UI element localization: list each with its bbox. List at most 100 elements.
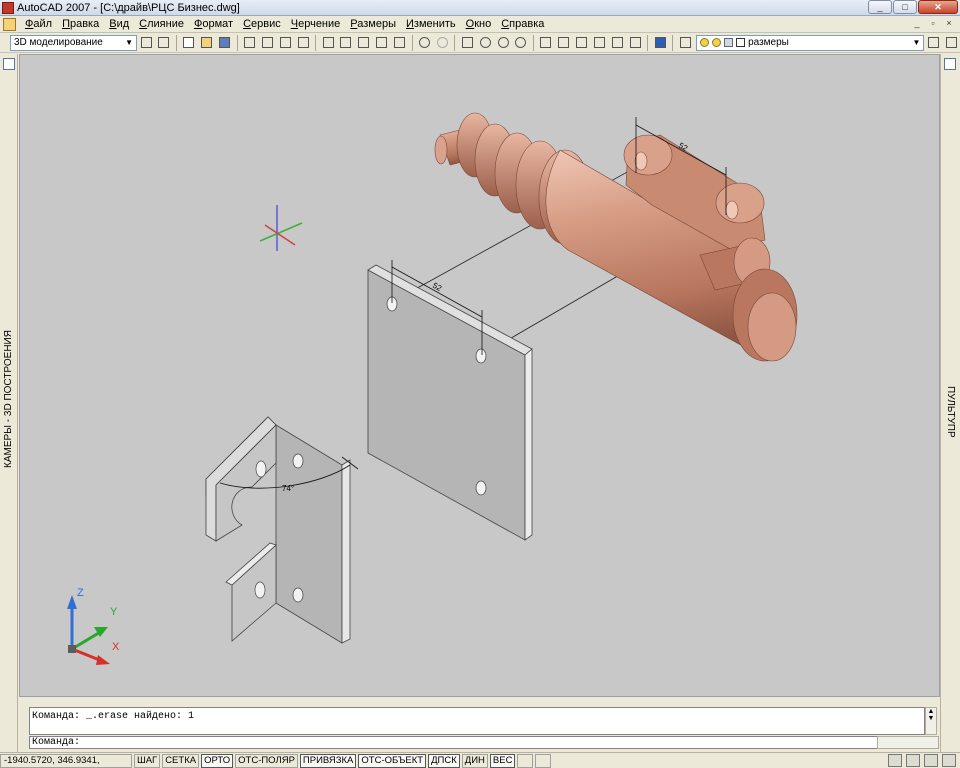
pan-icon[interactable]	[459, 35, 475, 51]
angle-bracket-part[interactable]	[205, 416, 351, 644]
dynamic-input-toggle[interactable]: ДИН	[461, 753, 488, 768]
communication-center-icon[interactable]	[924, 754, 938, 767]
chevron-down-icon: ▼	[125, 37, 134, 47]
command-history-text: Команда: _.erase найдено: 1	[32, 711, 195, 722]
redo-icon[interactable]	[434, 35, 450, 51]
layer-manager-icon[interactable]	[677, 35, 693, 51]
menu-tools[interactable]: Сервис	[238, 18, 286, 30]
object-snap-toggle[interactable]: ПРИВЯЗКА	[299, 753, 357, 768]
object-tracking-toggle[interactable]: ОТС-ОБЪЕКТ	[358, 753, 427, 768]
zoom-previous-icon[interactable]	[513, 35, 529, 51]
close-button[interactable]: ✕	[918, 0, 958, 14]
polar-tracking-toggle[interactable]: ОТС-ПОЛЯР	[235, 753, 298, 768]
doc-restore-button[interactable]: ▫	[926, 17, 940, 30]
3d-dwf-icon[interactable]	[295, 35, 311, 51]
workspace-settings-icon[interactable]	[138, 35, 154, 51]
toolbar-separator	[672, 34, 674, 51]
layout-icon[interactable]	[535, 753, 552, 768]
ucs-x-label: X	[112, 641, 120, 653]
menu-merge[interactable]: Слияние	[134, 18, 189, 30]
grid-toggle[interactable]: СЕТКА	[162, 753, 200, 768]
plot-preview-icon[interactable]	[259, 35, 275, 51]
layer-lock-icon	[724, 38, 734, 47]
save-workspace-icon[interactable]	[156, 35, 172, 51]
lock-toolbars-icon[interactable]	[906, 754, 920, 767]
annotation-scale-icon[interactable]	[888, 754, 902, 767]
make-layer-current-icon[interactable]	[925, 35, 941, 51]
drawing-viewport[interactable]: 52 52 74° Z Y X	[19, 54, 940, 697]
command-line-input[interactable]: Команда:	[29, 736, 925, 749]
menu-file[interactable]: Файл	[20, 18, 57, 30]
crosshair-cursor	[259, 205, 303, 251]
menu-dimension[interactable]: Размеры	[345, 18, 401, 30]
help-icon[interactable]	[652, 35, 668, 51]
menu-format[interactable]: Формат	[189, 18, 238, 30]
ortho-toggle[interactable]: ОРТО	[201, 753, 234, 768]
design-center-icon[interactable]	[556, 35, 572, 51]
menu-view[interactable]: Вид	[104, 18, 134, 30]
zoom-realtime-icon[interactable]	[477, 35, 493, 51]
menu-draw[interactable]: Черчение	[286, 18, 346, 30]
layer-color-icon	[736, 38, 746, 47]
mounting-plate-part[interactable]	[367, 264, 533, 541]
horizontal-scrollbar[interactable]	[877, 736, 939, 749]
layer-previous-icon[interactable]	[943, 35, 959, 51]
save-file-icon[interactable]	[217, 35, 233, 51]
properties-icon[interactable]	[538, 35, 554, 51]
coordinates-display[interactable]: -1940.5720, 346.9341, 0.0000	[0, 753, 132, 768]
cut-icon[interactable]	[320, 35, 336, 51]
open-file-icon[interactable]	[199, 35, 215, 51]
menu-help[interactable]: Справка	[496, 18, 549, 30]
ucs-z-label: Z	[77, 587, 84, 599]
tool-palettes-icon[interactable]	[574, 35, 590, 51]
doc-close-button[interactable]: ×	[942, 17, 956, 30]
standard-toolbar: 3D моделирование ▼ размеры ▼	[0, 33, 960, 53]
menu-window[interactable]: Окно	[461, 18, 497, 30]
workspace-dropdown[interactable]: 3D моделирование ▼	[10, 34, 138, 51]
document-icon[interactable]	[3, 17, 16, 31]
autocad-app-icon[interactable]	[2, 1, 14, 14]
palette-properties-icon[interactable]	[3, 58, 15, 70]
copper-cylinder-part[interactable]	[434, 112, 798, 362]
paste-icon[interactable]	[356, 35, 372, 51]
toolbar-separator	[175, 34, 177, 51]
layer-value: размеры	[748, 37, 789, 48]
undo-icon[interactable]	[417, 35, 433, 51]
new-file-icon[interactable]	[181, 35, 197, 51]
lineweight-toggle[interactable]: ВЕС	[489, 753, 516, 768]
minimize-button[interactable]: _	[868, 0, 892, 14]
menu-edit[interactable]: Правка	[57, 18, 104, 30]
right-palette-label: ПУЛЬТУПР	[945, 386, 956, 438]
model-space-icon[interactable]	[517, 753, 534, 768]
document-controls: _ ▫ ×	[910, 17, 956, 30]
clean-screen-icon[interactable]	[942, 754, 956, 767]
menu-modify[interactable]: Изменить	[401, 18, 461, 30]
status-tray	[888, 754, 956, 767]
maximize-button[interactable]: □	[893, 0, 917, 14]
print-icon[interactable]	[242, 35, 258, 51]
copy-icon[interactable]	[338, 35, 354, 51]
markup-icon[interactable]	[610, 35, 626, 51]
drawing-canvas[interactable]: 52 52 74° Z Y X	[20, 55, 940, 697]
ucs-y-label: Y	[110, 606, 118, 618]
calculator-icon[interactable]	[627, 35, 643, 51]
dashboard-palette[interactable]: ПУЛЬТУПР	[940, 54, 960, 752]
left-palette-label: КАМЕРЫ - 3D ПОСТРОЕНИЯ	[3, 330, 14, 468]
angle-dimension-text: 74°	[282, 484, 294, 493]
layer-dropdown[interactable]: размеры ▼	[696, 34, 925, 51]
menu-bar: Файл Правка Вид Слияние Формат Сервис Че…	[0, 16, 960, 33]
block-editor-icon[interactable]	[392, 35, 408, 51]
command-scrollbar[interactable]: ▲ ▼	[925, 707, 937, 735]
zoom-window-icon[interactable]	[495, 35, 511, 51]
window-controls: _ □ ✕	[868, 0, 958, 15]
match-properties-icon[interactable]	[374, 35, 390, 51]
cameras-palette[interactable]: КАМЕРЫ - 3D ПОСТРОЕНИЯ	[0, 54, 18, 752]
snap-toggle[interactable]: ШАГ	[134, 753, 161, 768]
sheet-set-icon[interactable]	[592, 35, 608, 51]
ducs-toggle[interactable]: ДПСК	[428, 753, 460, 768]
palette-properties-icon[interactable]	[944, 58, 956, 70]
toolbar-separator	[315, 34, 317, 51]
doc-minimize-button[interactable]: _	[910, 17, 924, 30]
toolbar-separator	[236, 34, 238, 51]
publish-icon[interactable]	[277, 35, 293, 51]
